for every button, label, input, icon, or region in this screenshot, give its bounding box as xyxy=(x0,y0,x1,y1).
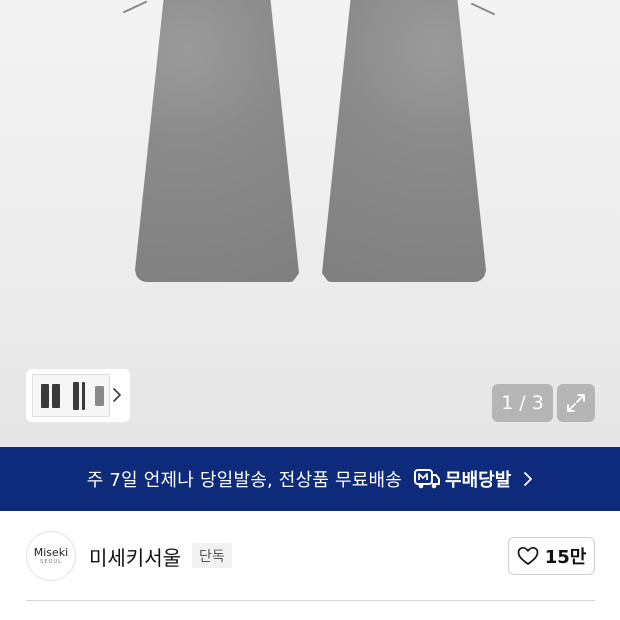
badge-label: 무배당발 xyxy=(445,470,512,491)
like-count: 15만 xyxy=(544,547,587,568)
delivery-badge: 무배당발 xyxy=(414,466,511,492)
expand-button[interactable] xyxy=(557,384,595,422)
brand-name[interactable]: 미세키서울 xyxy=(89,542,181,571)
delivery-truck-icon xyxy=(414,469,441,489)
thumbnail-image[interactable] xyxy=(32,374,110,417)
brand-logo[interactable]: Miseki SEOUL xyxy=(26,531,76,581)
delivery-banner[interactable]: 주 7일 언제나 당일발송, 전상품 무료배송 무배당발 xyxy=(0,447,620,511)
tie-string xyxy=(470,2,496,16)
page-total: 3 xyxy=(531,392,544,414)
product-image[interactable]: 1 / 3 xyxy=(0,0,620,447)
thumb-item xyxy=(41,384,49,408)
tie-string xyxy=(122,0,148,14)
logo-sub-text: SEOUL xyxy=(40,559,62,565)
heart-icon xyxy=(517,546,539,565)
brand-row: Miseki SEOUL 미세키서울 단독 15만 xyxy=(0,511,620,606)
thumbnail-strip[interactable] xyxy=(26,369,130,422)
divider xyxy=(26,600,595,601)
logo-main-text: Miseki xyxy=(33,546,69,559)
thumb-item xyxy=(73,382,79,410)
thumb-item xyxy=(82,382,85,410)
thumb-item xyxy=(95,386,104,406)
chevron-right-icon xyxy=(524,472,533,486)
page-current: 1 xyxy=(501,392,514,414)
product-photo-right-warmer xyxy=(322,0,486,282)
thumb-item xyxy=(52,384,60,408)
page-indicator: 1 / 3 xyxy=(492,384,553,422)
banner-text: 주 7일 언제나 당일발송, 전상품 무료배송 xyxy=(86,470,403,491)
chevron-right-icon[interactable] xyxy=(112,387,122,403)
expand-icon xyxy=(567,394,585,412)
exclusive-badge: 단독 xyxy=(192,543,232,568)
like-button[interactable]: 15만 xyxy=(508,537,595,575)
page-separator: / xyxy=(519,392,526,414)
product-photo-left-warmer xyxy=(135,0,299,282)
